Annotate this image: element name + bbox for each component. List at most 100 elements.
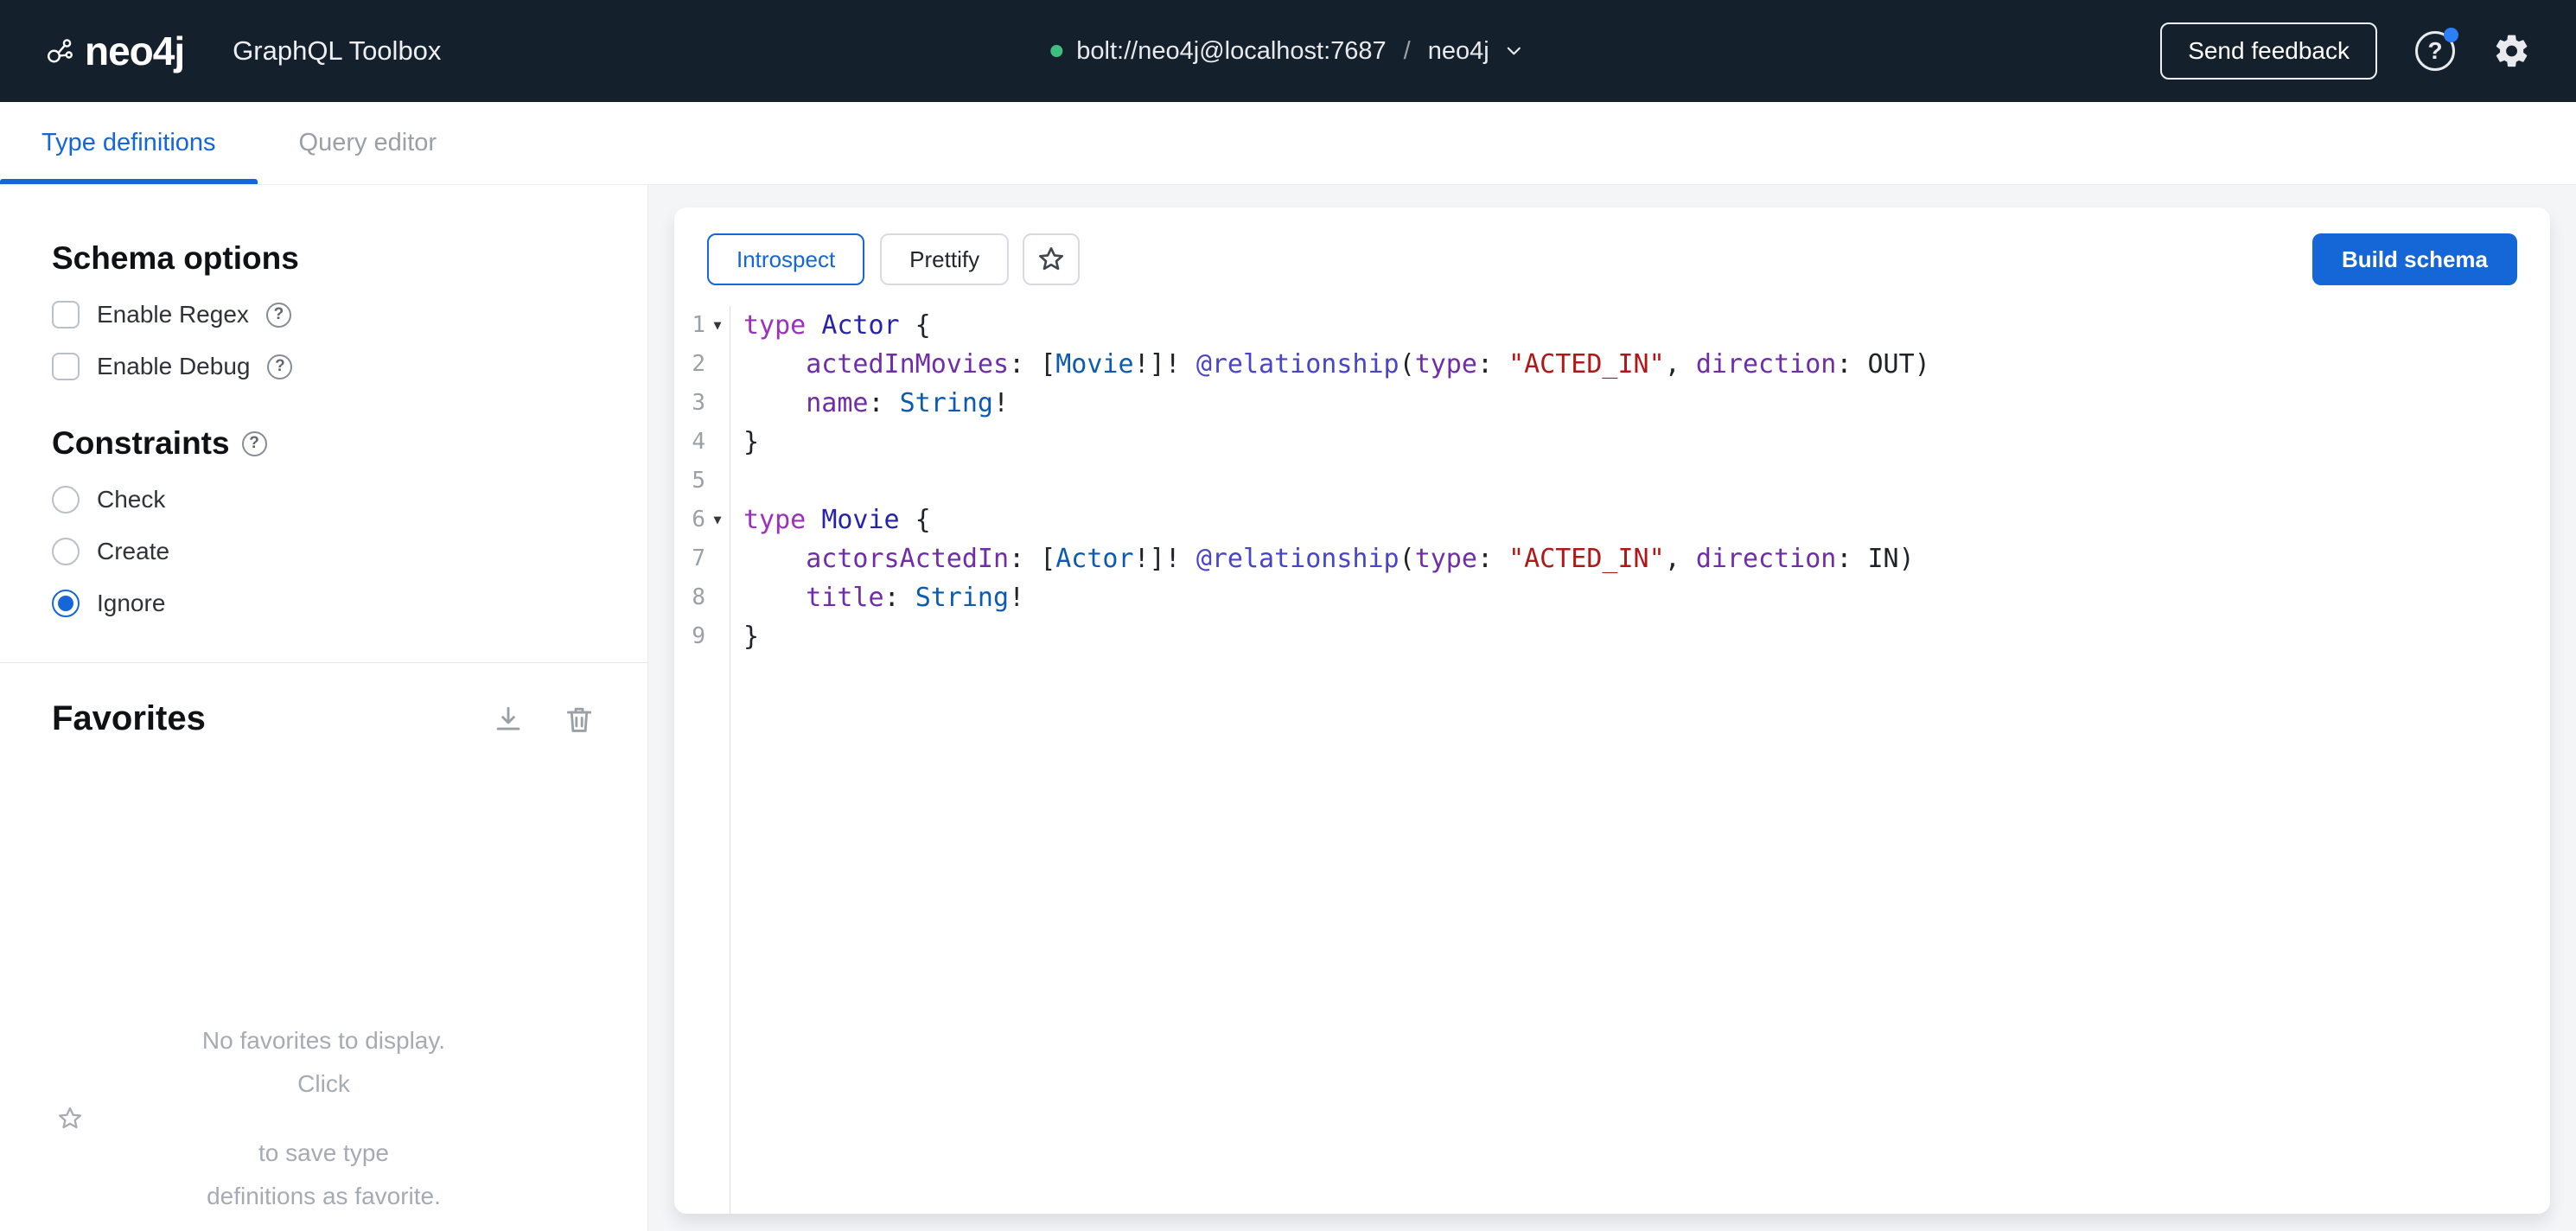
editor-toolbar: Introspect Prettify Build schema bbox=[674, 207, 2550, 303]
build-schema-button[interactable]: Build schema bbox=[2311, 233, 2517, 285]
favorites-empty-line3: definitions as favorite. bbox=[207, 1183, 441, 1209]
fold-arrow-icon[interactable]: ▼ bbox=[705, 306, 730, 345]
database-name: neo4j bbox=[1427, 36, 1489, 65]
tab-query-editor[interactable]: Query editor bbox=[258, 102, 479, 184]
code-text: type Movie { bbox=[743, 505, 931, 535]
code-line[interactable]: 7 actorsActedIn: [Actor!]! @relationship… bbox=[674, 539, 2550, 578]
help-button[interactable] bbox=[2415, 28, 2458, 71]
code-line[interactable]: 4} bbox=[674, 423, 2550, 462]
ignore-label: Ignore bbox=[97, 590, 166, 616]
main-panel: Introspect Prettify Build schema 1 ▼ type … bbox=[648, 185, 2576, 1231]
constraints-title: Constraints bbox=[52, 425, 596, 462]
code-text: name: String! bbox=[806, 388, 1010, 418]
code-editor[interactable]: 1 ▼ type Actor {2 actedInMovies: [Movie!]!… bbox=[674, 306, 2550, 1214]
favorites-header: Favorites bbox=[52, 699, 596, 738]
enable-regex-row[interactable]: Enable Regex bbox=[52, 301, 596, 328]
delete-favorites-button[interactable] bbox=[563, 703, 596, 736]
line-number: 9 bbox=[692, 623, 705, 649]
enable-regex-label: Enable Regex bbox=[97, 301, 249, 328]
tab-bar: Type definitions Query editor bbox=[0, 102, 2576, 185]
code-line[interactable]: 2 actedInMovies: [Movie!]! @relationship… bbox=[674, 345, 2550, 384]
save-favorite-button[interactable] bbox=[1023, 233, 1081, 285]
gear-icon bbox=[2496, 35, 2528, 67]
neo4j-logo-icon bbox=[48, 39, 73, 63]
enable-debug-label: Enable Debug bbox=[97, 353, 251, 380]
content-area: Schema options Enable Regex Enable Debug… bbox=[0, 185, 2576, 1231]
line-number: 8 bbox=[692, 584, 705, 610]
ignore-radio[interactable] bbox=[52, 590, 80, 617]
code-line[interactable]: 9} bbox=[674, 617, 2550, 656]
enable-debug-row[interactable]: Enable Debug bbox=[52, 353, 596, 380]
enable-debug-checkbox[interactable] bbox=[52, 353, 80, 380]
code-line[interactable]: 1 ▼ type Actor { bbox=[674, 306, 2550, 345]
help-icon[interactable] bbox=[267, 354, 293, 380]
code-text: } bbox=[743, 427, 760, 457]
favorites-empty-line1: No favorites to display. bbox=[201, 1027, 446, 1054]
code-line[interactable]: 3 name: String! bbox=[674, 384, 2550, 423]
sidebar-divider bbox=[0, 662, 647, 663]
constraint-create-row[interactable]: Create bbox=[52, 538, 596, 565]
help-icon[interactable] bbox=[265, 302, 291, 328]
code-text: actedInMovies: [Movie!]! @relationship(t… bbox=[806, 349, 1930, 380]
line-number: 2 bbox=[692, 351, 705, 377]
help-icon[interactable] bbox=[241, 431, 267, 456]
top-navbar: neo4j GraphQL Toolbox bolt://neo4j@local… bbox=[0, 0, 2576, 102]
settings-button[interactable] bbox=[2493, 32, 2531, 70]
favorites-title: Favorites bbox=[52, 699, 206, 737]
line-number: 3 bbox=[692, 390, 705, 416]
introspect-button[interactable]: Introspect bbox=[707, 233, 865, 285]
connection-url: bolt://neo4j@localhost:7687 bbox=[1076, 36, 1387, 65]
type-definitions-card: Introspect Prettify Build schema 1 ▼ type … bbox=[674, 207, 2550, 1214]
prettify-button[interactable]: Prettify bbox=[880, 233, 1010, 285]
favorites-empty-state: No favorites to display. Click to save t… bbox=[52, 1019, 596, 1218]
schema-options-title: Schema options bbox=[52, 240, 299, 276]
line-number: 5 bbox=[692, 468, 705, 494]
neo4j-brand: neo4j bbox=[45, 28, 185, 74]
check-radio[interactable] bbox=[52, 486, 80, 513]
sidebar: Schema options Enable Regex Enable Debug… bbox=[0, 185, 648, 1231]
constraints-title-text: Constraints bbox=[52, 425, 230, 461]
fold-arrow-icon[interactable]: ▼ bbox=[705, 501, 730, 539]
trash-icon bbox=[566, 707, 592, 732]
favorites-empty-line2: Click to save type bbox=[52, 1062, 596, 1175]
star-icon bbox=[1039, 247, 1064, 271]
connection-selector[interactable]: bolt://neo4j@localhost:7687 / neo4j bbox=[1050, 0, 1525, 102]
code-text: } bbox=[743, 622, 760, 652]
navbar-actions: Send feedback bbox=[2160, 22, 2531, 80]
constraint-ignore-row[interactable]: Ignore bbox=[52, 590, 596, 617]
code-text: title: String! bbox=[806, 583, 1025, 613]
create-label: Create bbox=[97, 538, 170, 564]
enable-regex-checkbox[interactable] bbox=[52, 301, 80, 328]
code-text: actorsActedIn: [Actor!]! @relationship(t… bbox=[806, 544, 1915, 574]
star-icon bbox=[59, 1107, 81, 1129]
code-line[interactable]: 8 title: String! bbox=[674, 578, 2550, 617]
check-label: Check bbox=[97, 486, 166, 513]
neo4j-wordmark: neo4j bbox=[85, 29, 185, 73]
download-favorites-button[interactable] bbox=[492, 703, 525, 736]
app-title: GraphQL Toolbox bbox=[233, 35, 442, 66]
constraint-check-row[interactable]: Check bbox=[52, 486, 596, 513]
code-line[interactable]: 6 ▼ type Movie { bbox=[674, 501, 2550, 539]
code-text: type Actor { bbox=[743, 310, 931, 341]
line-number: 6 bbox=[692, 507, 705, 533]
code-line[interactable]: 5 bbox=[674, 462, 2550, 501]
line-number: 7 bbox=[692, 545, 705, 571]
line-number: 1 bbox=[692, 312, 705, 338]
connection-separator: / bbox=[1403, 36, 1411, 65]
chevron-down-icon[interactable] bbox=[1503, 40, 1526, 62]
create-radio[interactable] bbox=[52, 538, 80, 565]
send-feedback-button[interactable]: Send feedback bbox=[2160, 22, 2377, 80]
notification-dot bbox=[2444, 28, 2458, 42]
line-number: 4 bbox=[692, 429, 705, 455]
download-icon bbox=[496, 706, 520, 730]
tab-type-definitions[interactable]: Type definitions bbox=[0, 102, 258, 184]
connection-status-dot bbox=[1050, 45, 1063, 57]
